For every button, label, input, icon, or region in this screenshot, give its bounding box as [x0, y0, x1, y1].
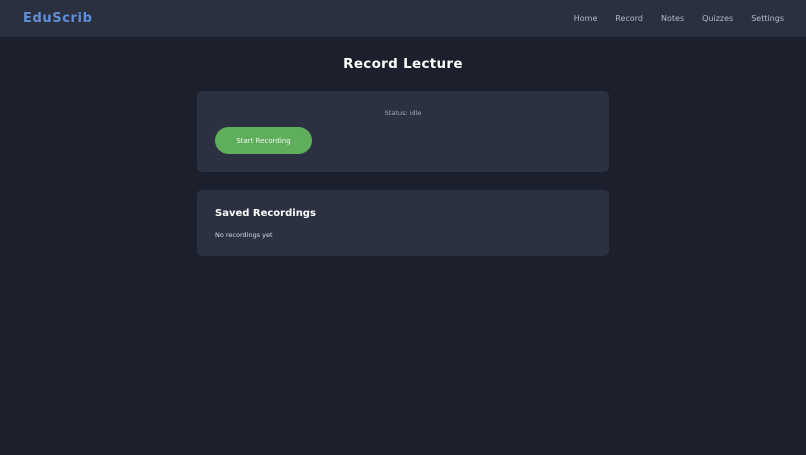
- brand-logo[interactable]: EduScrib: [23, 11, 92, 26]
- start-recording-button[interactable]: Start Recording: [215, 127, 312, 154]
- empty-recordings-message: No recordings yet: [215, 231, 273, 239]
- nav-link-notes[interactable]: Notes: [661, 14, 684, 23]
- top-navbar: EduScrib Home Record Notes Quizzes Setti…: [0, 0, 806, 37]
- nav-links: Home Record Notes Quizzes Settings: [574, 14, 784, 23]
- recorder-card: Status: idle Start Recording: [197, 91, 609, 172]
- saved-recordings-title: Saved Recordings: [215, 208, 316, 219]
- nav-link-record[interactable]: Record: [615, 14, 643, 23]
- page-title: Record Lecture: [343, 56, 463, 72]
- nav-link-home[interactable]: Home: [574, 14, 598, 23]
- recording-status: Status: idle: [384, 109, 422, 117]
- nav-link-quizzes[interactable]: Quizzes: [702, 14, 733, 23]
- nav-link-settings[interactable]: Settings: [751, 14, 784, 23]
- saved-recordings-card: Saved Recordings No recordings yet: [197, 190, 609, 256]
